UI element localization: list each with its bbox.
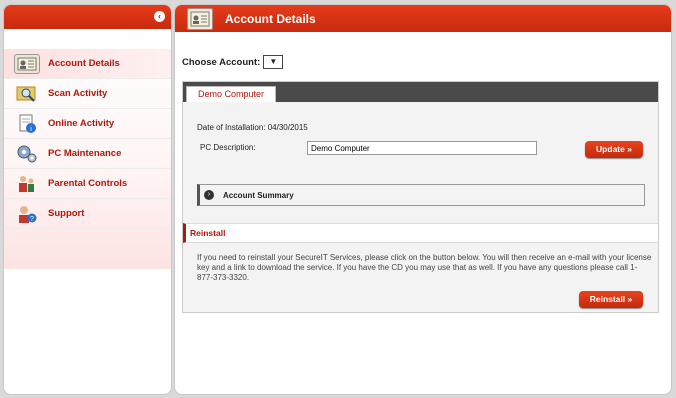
account-select[interactable]: ▼ (263, 55, 284, 69)
sidebar-item-account-details[interactable]: Account Details (4, 49, 171, 79)
sidebar-item-online-activity[interactable]: i Online Activity (4, 109, 171, 139)
support-person-icon: ? (14, 204, 40, 224)
sidebar-item-label: PC Maintenance (48, 148, 122, 159)
sidebar-item-pc-maintenance[interactable]: PC Maintenance (4, 139, 171, 169)
magnifier-icon (14, 84, 40, 104)
tab-bar: Demo Computer (183, 82, 658, 102)
id-card-icon (187, 7, 213, 30)
sidebar-header: ‹ (4, 5, 171, 29)
sidebar-item-support[interactable]: ? Support (4, 199, 171, 229)
collapse-sidebar-button[interactable]: ‹ (154, 11, 165, 22)
choose-account-label: Choose Account: (182, 56, 261, 68)
tab-demo-computer[interactable]: Demo Computer (186, 86, 277, 102)
account-summary-label: Account Summary (223, 190, 294, 200)
choose-account-row: Choose Account: ▼ (182, 55, 284, 69)
page-title: Account Details (225, 11, 316, 26)
sidebar-menu: Account Details Scan Activity i Online A… (4, 29, 171, 269)
pc-description-input[interactable] (307, 141, 537, 155)
document-info-icon: i (14, 114, 40, 134)
sidebar-item-scan-activity[interactable]: Scan Activity (4, 79, 171, 109)
sidebar-item-label: Scan Activity (48, 88, 108, 99)
sidebar-item-label: Account Details (48, 58, 120, 69)
pc-description-label: PC Description: (200, 143, 256, 152)
sidebar-item-label: Online Activity (48, 118, 115, 129)
id-card-icon (14, 53, 40, 74)
sidebar-item-label: Support (48, 208, 85, 219)
update-button[interactable]: Update » (585, 141, 643, 158)
installation-date-value: 04/30/2015 (267, 123, 308, 132)
installation-date-row: Date of Installation: 04/30/2015 (197, 123, 308, 132)
main-header: Account Details (175, 5, 671, 32)
reinstall-description: If you need to reinstall your SecureIT S… (197, 253, 652, 282)
main-panel: Account Details Choose Account: ▼ Demo C… (174, 4, 672, 395)
sidebar-item-parental-controls[interactable]: Parental Controls (4, 169, 171, 199)
sidebar-item-label: Parental Controls (48, 178, 128, 189)
account-summary-panel[interactable]: › Account Summary (197, 184, 645, 206)
expand-arrow-icon[interactable]: › (204, 190, 214, 200)
reinstall-section-header: Reinstall (183, 223, 658, 243)
sidebar: ‹ Account Details Scan Activity i Online… (3, 4, 172, 395)
account-content-box: Demo Computer Date of Installation: 04/3… (182, 81, 659, 313)
family-icon (14, 174, 40, 194)
gears-icon (14, 144, 40, 164)
reinstall-button[interactable]: Reinstall » (579, 291, 643, 308)
svg-text:?: ? (30, 216, 34, 223)
installation-date-label: Date of Installation: (197, 123, 266, 132)
